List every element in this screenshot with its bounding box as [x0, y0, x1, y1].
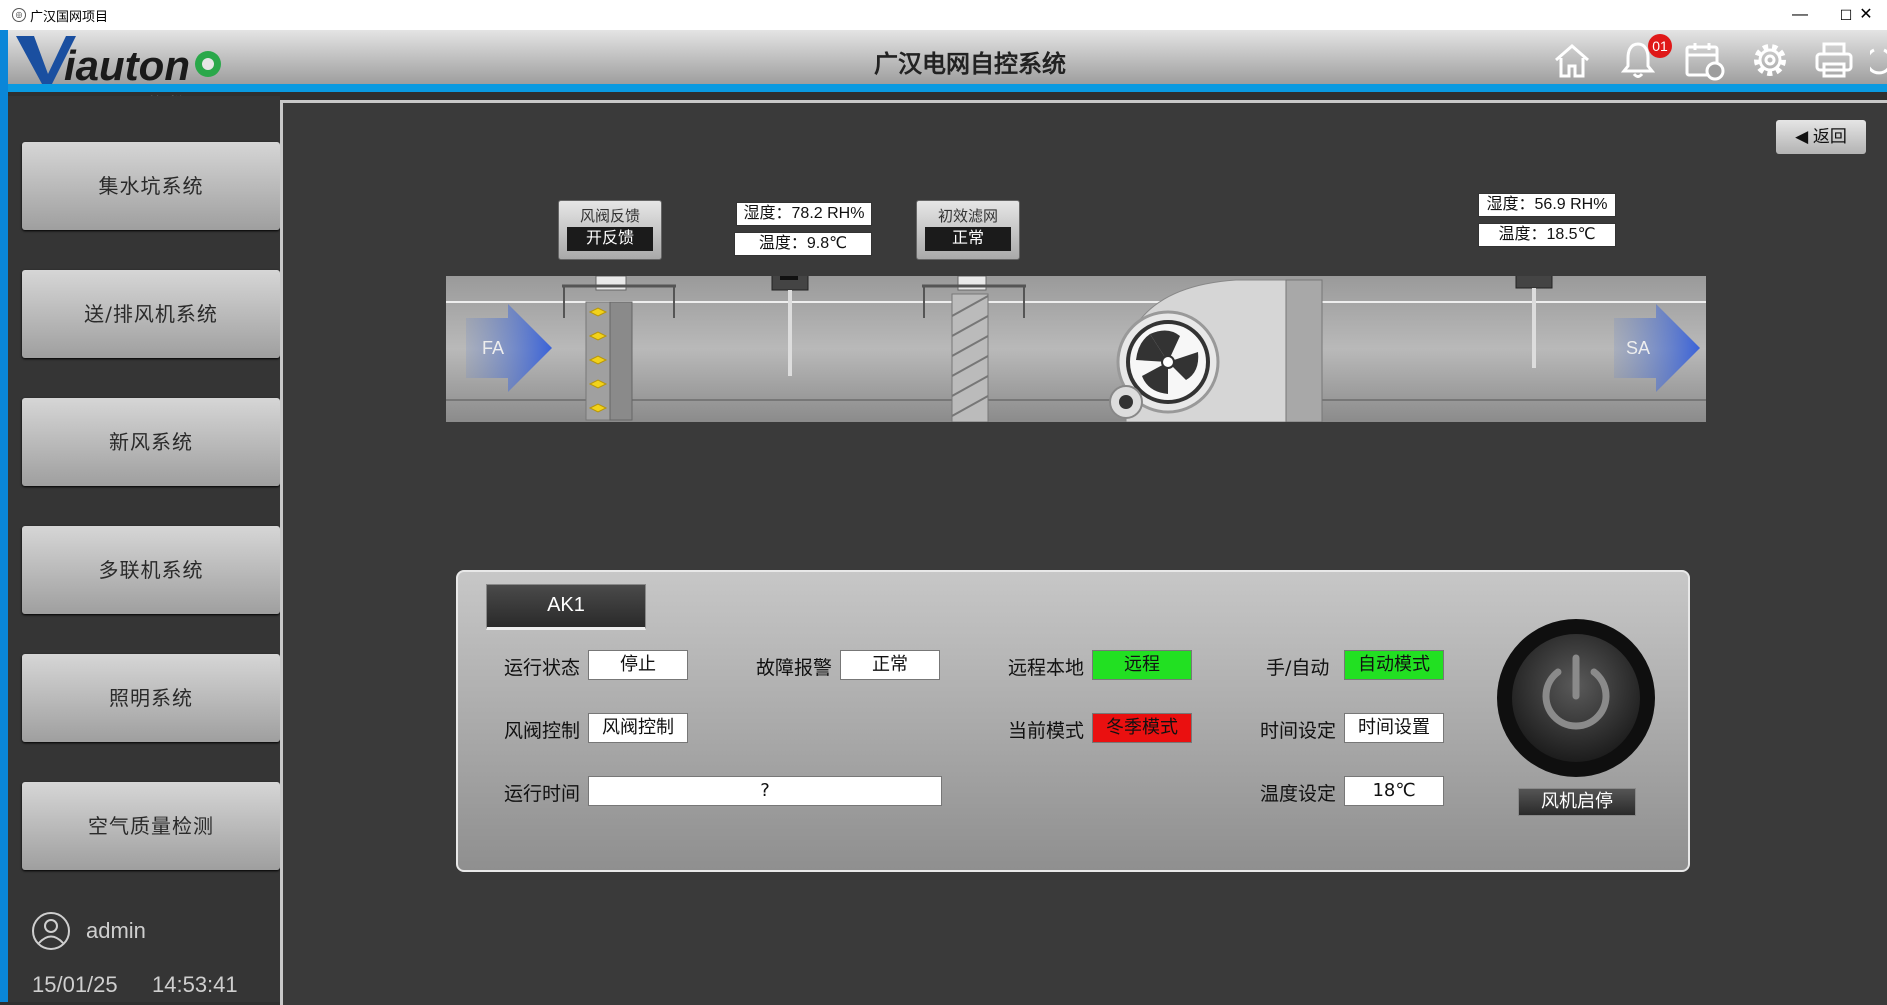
run-status-value: 停止: [588, 650, 688, 680]
sidebar: 集水坑系统 送/排风机系统 新风系统 多联机系统 照明系统 空气质量检测: [8, 96, 280, 1002]
app-title: 广汉电网自控系统: [874, 50, 1066, 78]
filter-status-title: 初效滤网: [937, 208, 998, 225]
current-time: 14:53:41: [152, 972, 238, 997]
current-date: 15/01/25: [32, 972, 118, 997]
filter-status-value: 正常: [925, 227, 1011, 251]
runtime-label: 运行时间: [504, 783, 581, 805]
sidebar-item-lighting[interactable]: 照明系统: [22, 654, 280, 742]
sidebar-item-air-quality[interactable]: 空气质量检测: [22, 782, 280, 870]
remote-local-label: 远程本地: [1008, 657, 1085, 679]
sidebar-item-sump-system[interactable]: 集水坑系统: [22, 142, 280, 230]
username: admin: [86, 918, 146, 943]
remote-local-value: 远程: [1092, 650, 1192, 680]
damper-control-button[interactable]: 风阀控制: [588, 713, 688, 743]
fault-alarm-label: 故障报警: [756, 657, 833, 679]
fan-start-stop-label: 风机启停: [1518, 788, 1636, 816]
minimize-button[interactable]: —: [1777, 0, 1823, 30]
ahu-duct-diagram: FA SA: [446, 276, 1706, 422]
brand-logo: iauton: [16, 36, 221, 86]
home-icon[interactable]: [1550, 38, 1594, 82]
damper-feedback-value: 开反馈: [567, 227, 653, 251]
filter-status-tag: 初效滤网 正常: [916, 200, 1020, 260]
window-title: 广汉国网项目: [30, 9, 109, 24]
sidebar-item-supply-exhaust-fan[interactable]: 送/排风机系统: [22, 270, 280, 358]
calendar-icon[interactable]: [1682, 38, 1726, 82]
sidebar-item-vrf[interactable]: 多联机系统: [22, 526, 280, 614]
sensor2-temperature: 温度：18.5℃: [1478, 223, 1616, 247]
manual-auto-value[interactable]: 自动模式: [1344, 650, 1444, 680]
manual-auto-label: 手/自动: [1266, 657, 1330, 679]
header-accent-band: [8, 84, 1887, 92]
time-setting-button[interactable]: 时间设置: [1344, 713, 1444, 743]
current-mode-label: 当前模式: [1008, 720, 1085, 742]
damper-feedback-tag: 风阀反馈 开反馈: [558, 200, 662, 260]
close-button[interactable]: ✕: [1845, 0, 1887, 30]
fan-power-button[interactable]: [1496, 618, 1656, 778]
inlet-label: FA: [482, 338, 504, 358]
gear-icon[interactable]: [1748, 38, 1792, 82]
left-edge: [0, 30, 8, 1002]
fault-alarm-value: 正常: [840, 650, 940, 680]
sensor1-temperature: 温度：9.8℃: [734, 232, 872, 256]
temp-setting-input[interactable]: 18℃: [1344, 776, 1444, 806]
unit-name: AK1: [486, 584, 646, 630]
damper-feedback-title: 风阀反馈: [579, 208, 640, 225]
sensor1-humidity: 湿度：78.2 RH%: [736, 202, 872, 226]
sidebar-item-fresh-air[interactable]: 新风系统: [22, 398, 280, 486]
printer-icon[interactable]: [1812, 38, 1856, 82]
logo-text: iauton: [64, 42, 190, 86]
app-icon: ◎: [12, 8, 26, 22]
damper-control-label: 风阀控制: [504, 720, 581, 742]
back-button[interactable]: ◀ 返回: [1776, 120, 1866, 154]
outlet-label: SA: [1626, 338, 1650, 358]
power-off-icon[interactable]: [1870, 38, 1887, 82]
time-setting-label: 时间设定: [1260, 720, 1337, 742]
run-status-label: 运行状态: [504, 657, 581, 679]
user-avatar-icon[interactable]: [30, 910, 72, 952]
sensor2-humidity: 湿度：56.9 RH%: [1478, 193, 1616, 217]
temp-setting-label: 温度设定: [1260, 783, 1337, 805]
window-titlebar: ◎ 广汉国网项目 — ☐ ✕: [0, 0, 1887, 31]
current-mode-value: 冬季模式: [1092, 713, 1192, 743]
runtime-value: ?: [588, 776, 942, 806]
alarm-count-badge: 01: [1648, 34, 1672, 58]
